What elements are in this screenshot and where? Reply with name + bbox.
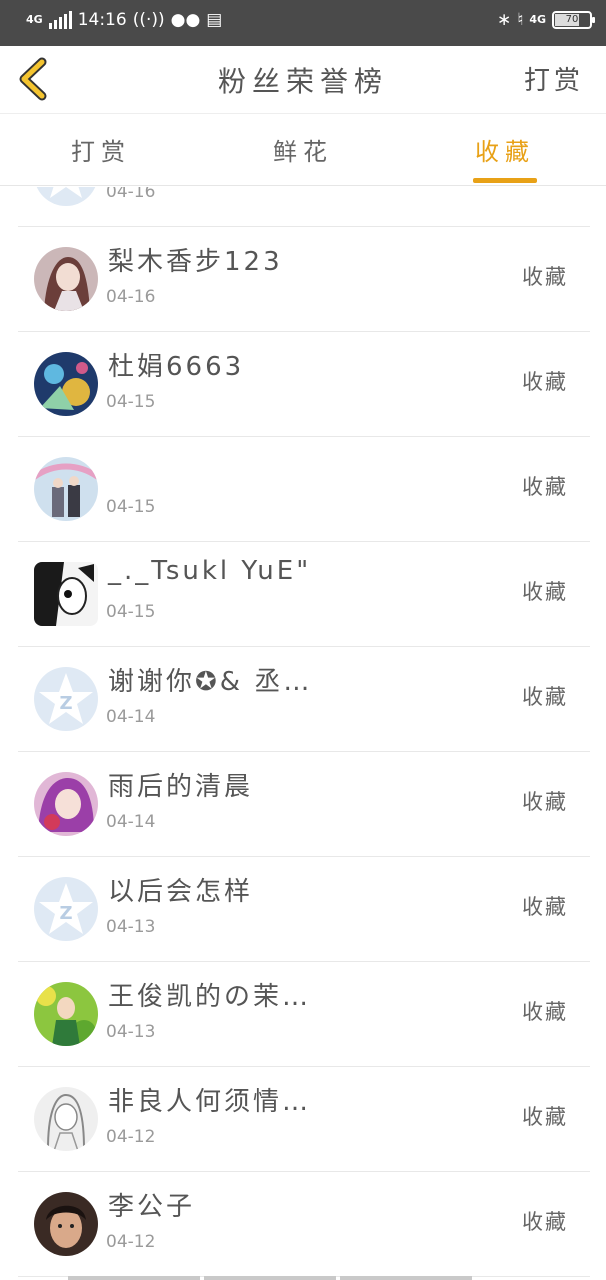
tab-tip[interactable]: 打赏 — [0, 114, 202, 185]
list-item[interactable]: 雨后的清晨 04-14 收藏 — [18, 752, 590, 857]
battery-icon: 70 — [552, 11, 595, 29]
avatar — [34, 562, 98, 626]
network-type-left: 4G — [26, 13, 43, 26]
app-header: 粉丝荣誉榜 打赏 — [0, 46, 606, 114]
tab-favorites[interactable]: 收藏 — [404, 114, 606, 185]
default-avatar-icon — [50, 187, 82, 198]
clock: 14:16 — [77, 10, 127, 30]
list-item-action: 收藏 — [522, 1105, 568, 1129]
list-item[interactable]: 李公子 04-12 收藏 — [18, 1172, 590, 1277]
list-item-action: 收藏 — [522, 1210, 568, 1234]
avatar-image — [34, 982, 98, 1046]
list-item-action: 收藏 — [522, 895, 568, 919]
avatar: Z — [34, 877, 98, 941]
list-item-action: 收藏 — [522, 370, 568, 394]
avatar — [34, 772, 98, 836]
status-left: 4G 14:16 ((·)) ●● ▤ — [26, 10, 222, 30]
list-item[interactable]: _._Tsukl YuE" 04-15 收藏 — [18, 542, 590, 647]
list-item-name: 杜娟6663 — [108, 352, 245, 382]
list-item-date: 04-15 — [106, 392, 156, 412]
list-item-name: 以后会怎样 — [108, 877, 254, 907]
avatar — [34, 1087, 98, 1151]
list-item-name: 李公子 — [108, 1192, 196, 1222]
list-item-name: 非良人何须情… — [108, 1087, 312, 1117]
list-item-name: 谢谢你✪& 丞… — [108, 667, 313, 697]
list-item-date: 04-12 — [106, 1232, 156, 1252]
list-item-date: 04-15 — [106, 497, 156, 517]
list-item-name: 王俊凯的の茉… — [108, 982, 312, 1012]
avatar — [34, 187, 98, 206]
status-bar: 4G 14:16 ((·)) ●● ▤ ∗ ♮ 4G 70 — [0, 0, 606, 46]
mute-bell-icon: ♮ — [517, 10, 524, 30]
list-item-date: 04-16 — [106, 187, 156, 202]
list-item-date: 04-16 — [106, 287, 156, 307]
status-right: ∗ ♮ 4G 70 — [496, 10, 595, 30]
list-item[interactable]: Z 谢谢你✪& 丞… 04-14 收藏 — [18, 647, 590, 752]
tab-bar: 打赏 鲜花 收藏 — [0, 114, 606, 186]
avatar — [34, 247, 98, 311]
default-avatar-icon: Z — [39, 883, 93, 934]
avatar — [34, 457, 98, 521]
avatar-image — [34, 772, 98, 836]
list-item[interactable]: 04-16 — [18, 187, 590, 227]
list-item[interactable]: 非良人何须情… 04-12 收藏 — [18, 1067, 590, 1172]
network-type-right: 4G — [529, 13, 546, 26]
list-item-date: 04-12 — [106, 1127, 156, 1147]
avatar — [34, 982, 98, 1046]
fan-list: 04-16 梨木香步123 04-16 收藏 杜娟6663 04-15 收藏 0… — [0, 187, 606, 1280]
svg-text:Z: Z — [59, 903, 72, 924]
wechat-icon: ●● — [170, 10, 201, 30]
avatar-image — [34, 562, 98, 626]
avatar — [34, 352, 98, 416]
list-item-action: 收藏 — [522, 580, 568, 604]
list-item-action: 收藏 — [522, 1000, 568, 1024]
list-item-action: 收藏 — [522, 475, 568, 499]
list-item[interactable]: 04-15 收藏 — [18, 437, 590, 542]
avatar-image — [34, 1192, 98, 1256]
avatar: Z — [34, 667, 98, 731]
list-item-action: 收藏 — [522, 265, 568, 289]
list-item-name: _._Tsukl YuE" — [108, 556, 312, 586]
list-item[interactable]: 王俊凯的の茉… 04-13 收藏 — [18, 962, 590, 1067]
default-avatar-icon: Z — [39, 673, 93, 724]
list-item-date: 04-15 — [106, 602, 156, 622]
bottom-indicator — [68, 1276, 472, 1280]
data-icon: ▤ — [206, 10, 223, 30]
svg-text:Z: Z — [59, 693, 72, 714]
list-item[interactable]: 杜娟6663 04-15 收藏 — [18, 332, 590, 437]
page-title: 粉丝荣誉榜 — [217, 65, 388, 98]
list-item-action: 收藏 — [522, 790, 568, 814]
avatar-image — [34, 1087, 98, 1151]
avatar — [34, 1192, 98, 1256]
battery-level: 70 — [565, 14, 579, 25]
list-item-name: 雨后的清晨 — [108, 772, 254, 802]
tip-button[interactable]: 打赏 — [524, 60, 584, 97]
list-item[interactable]: 梨木香步123 04-16 收藏 — [18, 227, 590, 332]
list-item[interactable]: Z 以后会怎样 04-13 收藏 — [18, 857, 590, 962]
wifi-hotspot-icon: ((·)) — [132, 10, 165, 30]
list-item-date: 04-13 — [106, 917, 156, 937]
list-item-action: 收藏 — [522, 685, 568, 709]
list-item-date: 04-14 — [106, 812, 156, 832]
avatar-image — [34, 247, 98, 311]
signal-icon — [48, 11, 72, 29]
list-item-date: 04-14 — [106, 707, 156, 727]
bluetooth-icon: ∗ — [496, 10, 512, 30]
avatar-image — [34, 457, 98, 521]
tab-flowers[interactable]: 鲜花 — [202, 114, 404, 185]
list-item-date: 04-13 — [106, 1022, 156, 1042]
avatar-image — [34, 352, 98, 416]
list-item-name: 梨木香步123 — [108, 247, 283, 277]
